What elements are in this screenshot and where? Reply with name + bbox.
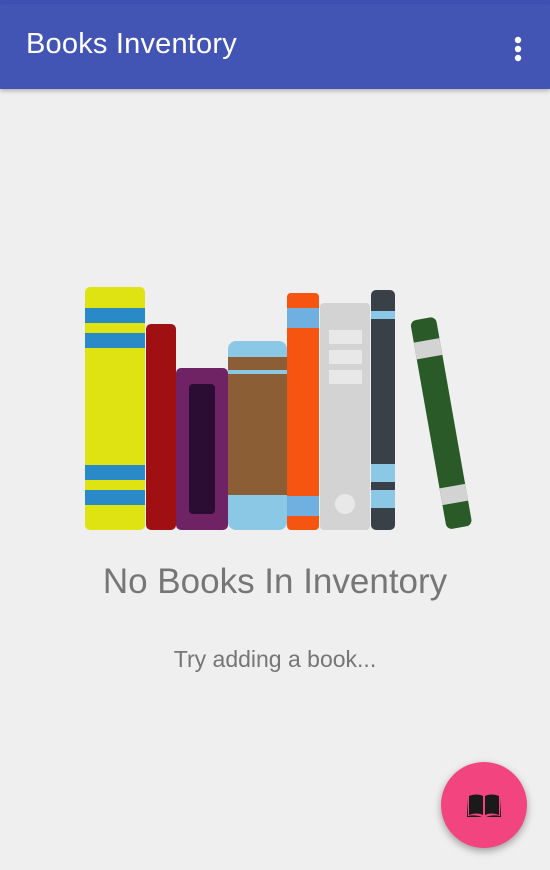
green-book	[410, 317, 472, 529]
add-book-fab[interactable]	[441, 762, 527, 848]
overflow-menu-button[interactable]	[500, 28, 536, 70]
empty-state-subtitle: Try adding a book...	[173, 646, 377, 672]
open-book-icon	[467, 794, 501, 817]
bookshelf-illustration	[82, 283, 472, 538]
yellow-book	[85, 287, 145, 530]
slate-book	[371, 290, 395, 530]
grey-binder	[320, 303, 370, 530]
empty-state-title: No Books In Inventory	[102, 562, 448, 601]
red-book	[146, 324, 176, 530]
app-title: Books Inventory	[26, 28, 237, 60]
app-bar: Books Inventory	[0, 4, 550, 89]
orange-book	[287, 293, 319, 530]
more-vert-icon	[514, 36, 522, 62]
brown-book	[228, 341, 287, 530]
purple-book	[176, 368, 228, 530]
